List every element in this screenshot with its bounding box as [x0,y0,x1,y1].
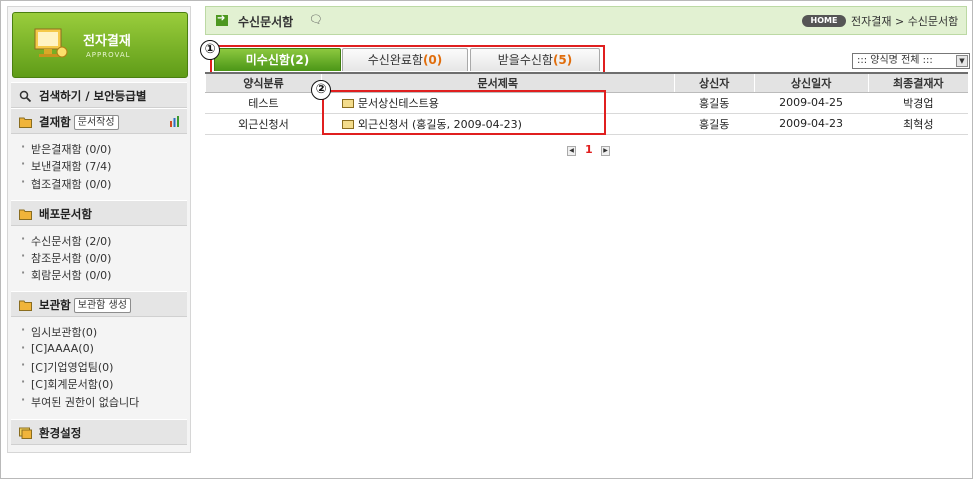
cell-category: 외근신청서 [205,113,322,135]
cell-approver: 최혁성 [867,113,968,135]
compose-document-button[interactable]: 문서작성 [73,115,119,130]
create-storage-button[interactable]: 보관함 생성 [73,298,131,313]
marker-2: ② [311,80,331,100]
tabs-highlight [210,45,605,74]
sidebar-item-no-permission: 부여된 권한이 없습니다 [21,393,139,410]
approval-box-header[interactable]: 결재함 문서작성 [11,108,187,134]
col-header-sender[interactable]: 상신자 [673,72,755,93]
settings-label: 환경설정 [39,426,82,440]
search-menu[interactable]: 검색하기 / 보안등급별 [11,82,187,108]
folder-icon [19,209,32,220]
form-filter-value: ::: 양식명 전체 ::: [857,55,933,66]
distribution-box-label: 배포문서함 [39,207,92,221]
sidebar-item-aaaa[interactable]: [C]AAAA(0) [21,341,94,355]
sidebar-item-received-approval[interactable]: 받은결재함 (0/0) [21,140,111,157]
cell-category: 테스트 [205,92,322,114]
current-page[interactable]: 1 [585,143,593,156]
sidebar-item-accounting-docs[interactable]: [C]회계문서함(0) [21,375,114,392]
approval-logo[interactable]: 전자결재 APPROVAL [12,12,188,78]
sidebar-item-temp-storage[interactable]: 임시보관함(0) [21,323,97,340]
page-header: 수신문서함 🗨 HOME 전자결재 > 수신문서함 [205,6,967,35]
col-header-category[interactable]: 양식분류 [205,72,322,93]
arrow-icon [216,13,228,26]
col-header-approver[interactable]: 최종결재자 [867,72,968,93]
pagination: ◀ 1 ▶ [567,143,611,157]
sidebar-item-sales-team[interactable]: [C]기업영업팀(0) [21,358,114,375]
folder-icon [19,300,32,311]
approval-box-label: 결재함 [39,115,71,129]
cell-date: 2009-04-23 [753,113,869,135]
rows-highlight [322,90,606,135]
sidebar: 전자결재 APPROVAL 검색하기 / 보안등급별 결재함문서작성 받은결재함… [7,6,191,453]
logo-title: 전자결재 [83,34,131,49]
sidebar-item-cooperation-approval[interactable]: 협조결재함 (0/0) [21,175,111,192]
settings-icon [19,427,32,439]
cell-approver: 박경업 [867,92,968,114]
settings-menu[interactable]: 환경설정 [11,419,187,445]
sidebar-item-inbox-docs[interactable]: 수신문서함 (2/0) [21,232,111,249]
distribution-box-header[interactable]: 배포문서함 [11,200,187,226]
sidebar-item-sent-approval[interactable]: 보낸결재함 (7/4) [21,157,111,174]
page-title: 수신문서함 [238,15,294,29]
bar-chart-icon[interactable] [169,116,181,127]
help-bubble-icon[interactable]: 🗨 [309,13,323,26]
marker-1: ① [200,40,220,60]
sidebar-item-circular-docs[interactable]: 회람문서함 (0/0) [21,266,111,283]
prev-page-button[interactable]: ◀ [567,146,576,156]
next-page-button[interactable]: ▶ [601,146,610,156]
cell-date: 2009-04-25 [753,92,869,114]
magnifier-icon [19,90,32,102]
col-header-date[interactable]: 상신일자 [753,72,869,93]
storage-box-header[interactable]: 보관함 보관함 생성 [11,291,187,317]
cell-sender: 홍길동 [673,92,755,114]
folder-icon [19,117,32,128]
home-badge[interactable]: HOME [802,15,846,27]
form-filter-select[interactable]: ::: 양식명 전체 ::: ▼ [852,53,970,69]
storage-box-label: 보관함 [39,298,71,312]
monitor-icon [34,28,68,58]
logo-subtitle: APPROVAL [86,51,131,59]
chevron-down-icon[interactable]: ▼ [956,55,968,67]
cell-sender: 홍길동 [673,113,755,135]
search-menu-label: 검색하기 / 보안등급별 [39,89,147,103]
sidebar-item-reference-docs[interactable]: 참조문서함 (0/0) [21,249,111,266]
breadcrumb: 전자결재 > 수신문서함 [851,15,959,28]
